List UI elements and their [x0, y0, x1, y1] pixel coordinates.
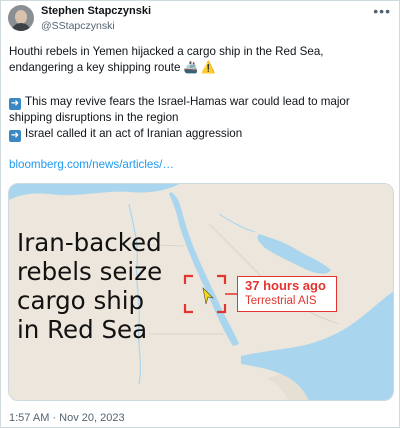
right-arrow-icon: ➜: [9, 130, 21, 142]
warning-emoji-icon: ⚠️: [201, 61, 216, 74]
tweet-bullet-1-line-1: ➜ This may revive fears the Israel-Hamas …: [9, 94, 350, 110]
callout-source: Terrestrial AIS: [245, 295, 317, 307]
tweet-text-line-1: Houthi rebels in Yemen hijacked a cargo …: [9, 45, 324, 58]
media-headline: Iran-backed rebels seize cargo ship in R…: [17, 228, 162, 344]
headline-line-4: in Red Sea: [17, 315, 148, 344]
right-arrow-icon: ➜: [9, 98, 21, 110]
tweet-bullet-2-text: Israel called it an act of Iranian aggre…: [25, 127, 243, 140]
author-name[interactable]: Stephen Stapczynski: [41, 5, 151, 17]
article-link[interactable]: bloomberg.com/news/articles/…: [9, 158, 174, 171]
avatar-face: [15, 10, 27, 24]
headline-line-3: cargo ship: [17, 286, 145, 315]
media-image[interactable]: Iran-backed rebels seize cargo ship in R…: [8, 183, 394, 401]
avatar[interactable]: [8, 5, 34, 31]
tweet-bullet-1-line-2: shipping disruptions in the region: [9, 111, 179, 124]
tweet-bullet-2: ➜ Israel called it an act of Iranian aggr…: [9, 126, 242, 142]
headline-line-2: rebels seize: [17, 257, 163, 286]
tweet-bullet-1-line-1-text: This may revive fears the Israel-Hamas w…: [25, 95, 350, 108]
author-handle[interactable]: @SStapczynski: [41, 20, 115, 32]
headline-line-1: Iran-backed: [17, 228, 162, 257]
more-options-icon[interactable]: •••: [373, 3, 391, 19]
tweet-text-line-2: endangering a key shipping route 🚢 ⚠️: [9, 60, 216, 76]
tweet-text-line-2-text: endangering a key shipping route: [9, 61, 181, 74]
avatar-shoulders: [11, 23, 31, 31]
ais-callout: 37 hours ago Terrestrial AIS: [237, 276, 337, 312]
callout-time: 37 hours ago: [245, 278, 326, 293]
ship-emoji-icon: 🚢: [183, 61, 199, 74]
tweet-timestamp[interactable]: 1:57 AM · Nov 20, 2023: [9, 412, 125, 424]
tweet-card: Stephen Stapczynski @SStapczynski ••• Ho…: [0, 0, 400, 428]
